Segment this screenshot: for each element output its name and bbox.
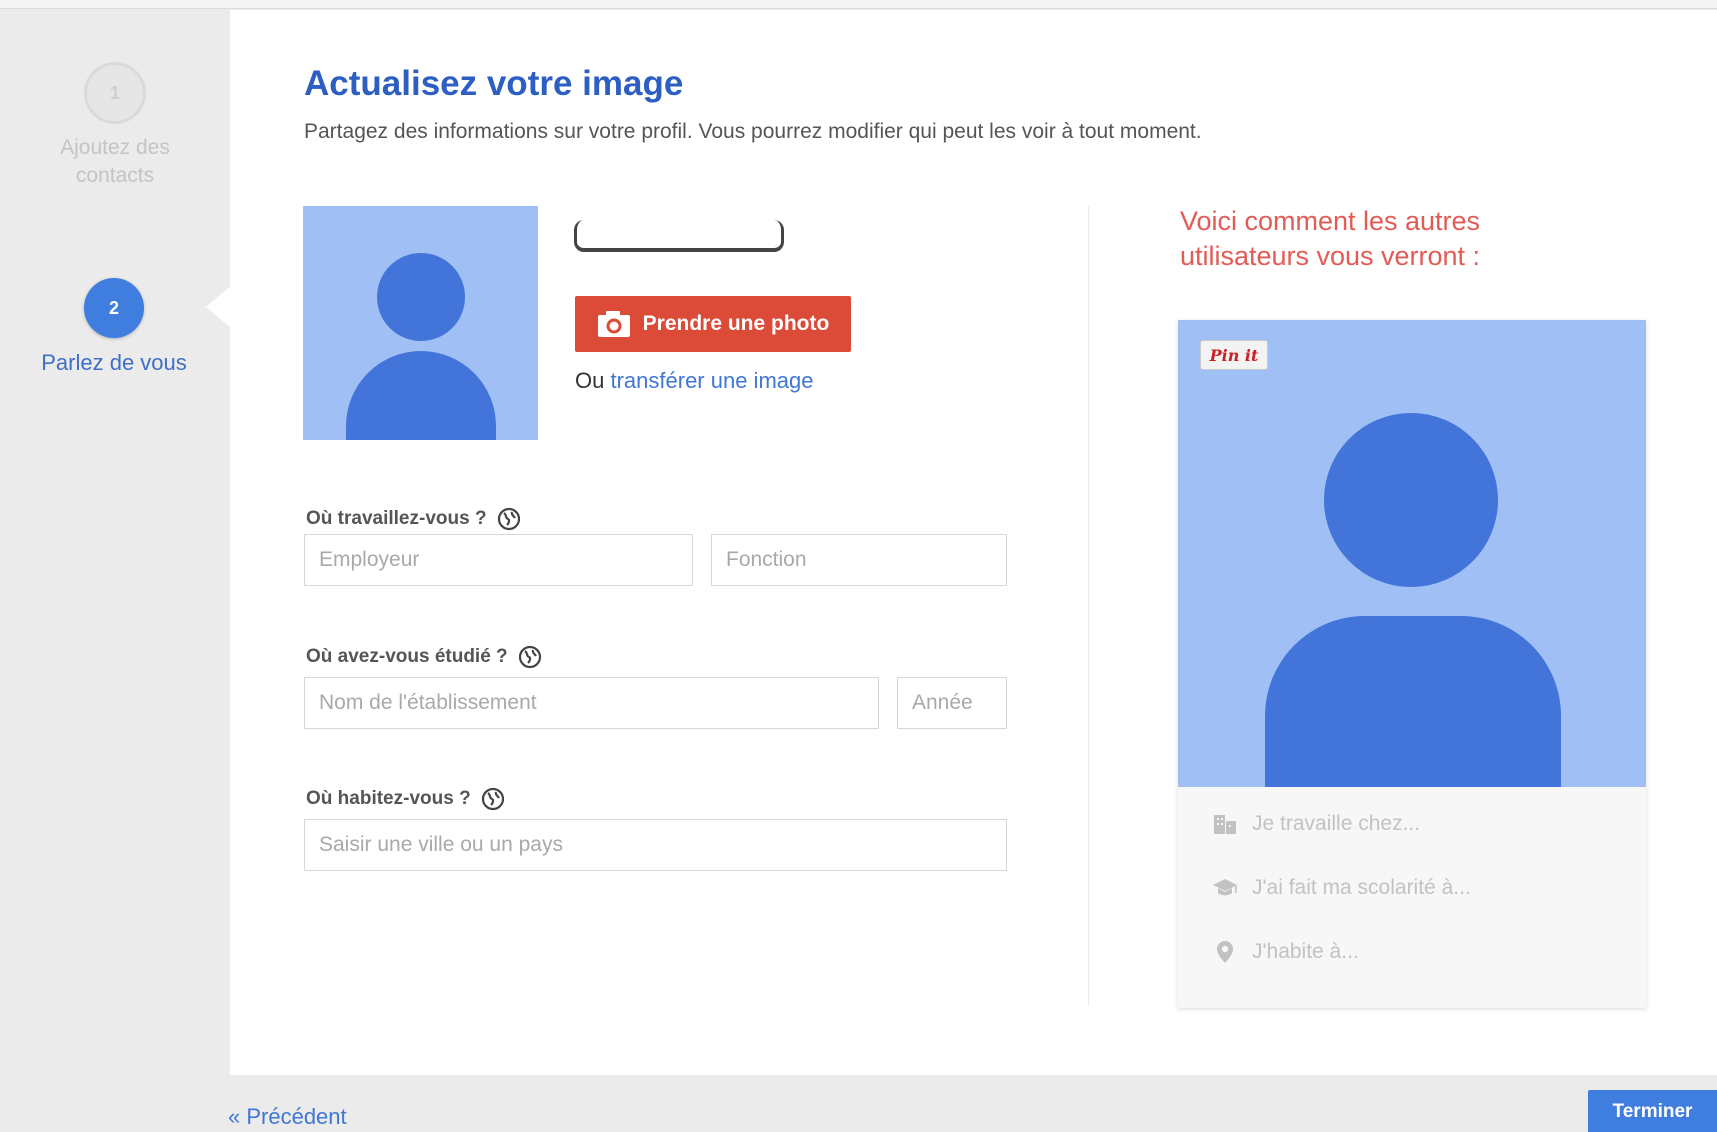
page-title: Actualisez votre image bbox=[304, 64, 684, 103]
education-label-text: Où avez-vous étudié ? bbox=[306, 646, 508, 667]
city-input[interactable] bbox=[304, 819, 1007, 871]
pin-it-button[interactable]: Pin it bbox=[1200, 340, 1268, 370]
globe-icon[interactable] bbox=[481, 787, 505, 811]
work-label: Où travaillez-vous ? bbox=[306, 507, 521, 531]
globe-icon[interactable] bbox=[497, 507, 521, 531]
preview-row-education: J'ai fait ma scolarité à... bbox=[1212, 876, 1471, 900]
step-add-contacts[interactable]: 1 Ajoutez des contacts bbox=[40, 62, 190, 190]
onboarding-page: 1 Ajoutez des contacts 2 Parlez de vous … bbox=[0, 0, 1717, 1132]
step-label: Parlez de vous bbox=[41, 350, 187, 375]
preview-heading: Voici comment les autres utilisateurs vo… bbox=[1179, 206, 1481, 271]
location-label-text: Où habitez-vous ? bbox=[306, 788, 471, 809]
education-label: Où avez-vous étudié ? bbox=[306, 645, 542, 669]
step-label: Ajoutez des contacts bbox=[60, 136, 170, 187]
work-label-text: Où travaillez-vous ? bbox=[306, 508, 487, 529]
globe-icon[interactable] bbox=[518, 645, 542, 669]
avatar-body-shape bbox=[1265, 616, 1561, 787]
location-label: Où habitez-vous ? bbox=[306, 787, 505, 811]
map-pin-icon bbox=[1212, 940, 1238, 964]
step-about-you[interactable]: 2 Parlez de vous bbox=[24, 278, 204, 376]
building-icon bbox=[1212, 813, 1238, 835]
upload-prefix: Ou bbox=[575, 368, 605, 393]
take-photo-label: Prendre une photo bbox=[642, 312, 830, 335]
finish-button[interactable]: Terminer bbox=[1588, 1090, 1717, 1132]
school-input[interactable] bbox=[304, 677, 879, 729]
graduation-cap-icon bbox=[1212, 878, 1238, 898]
step-number-badge: 2 bbox=[84, 278, 144, 338]
camera-icon bbox=[597, 310, 631, 338]
profile-preview-card: Pin it Je travaille chez... J'ai fait ma… bbox=[1178, 320, 1646, 1008]
active-step-pointer bbox=[206, 285, 232, 329]
preview-row-location: J'habite à... bbox=[1212, 940, 1359, 964]
profile-photo-placeholder[interactable] bbox=[303, 206, 538, 440]
preview-avatar: Pin it bbox=[1178, 320, 1646, 787]
preview-row-text: J'ai fait ma scolarité à... bbox=[1252, 876, 1471, 899]
preview-row-work: Je travaille chez... bbox=[1212, 812, 1420, 836]
role-input[interactable] bbox=[711, 534, 1007, 586]
avatar-body-shape bbox=[346, 351, 496, 440]
upload-image-link[interactable]: transférer une image bbox=[610, 368, 813, 393]
column-divider bbox=[1088, 206, 1089, 1006]
employer-input[interactable] bbox=[304, 534, 693, 586]
previous-link[interactable]: « Précédent bbox=[228, 1104, 347, 1130]
avatar-head-shape bbox=[377, 253, 465, 341]
preview-row-text: Je travaille chez... bbox=[1252, 812, 1421, 835]
page-subtitle: Partagez des informations sur votre prof… bbox=[304, 120, 1202, 143]
upload-line: Ou transférer une image bbox=[575, 368, 813, 394]
year-input[interactable] bbox=[897, 677, 1007, 729]
take-photo-button[interactable]: Prendre une photo bbox=[575, 296, 851, 352]
redacted-name-field bbox=[574, 220, 784, 252]
avatar-head-shape bbox=[1324, 413, 1498, 587]
preview-row-text: J'habite à... bbox=[1252, 940, 1359, 963]
step-number-badge: 1 bbox=[84, 62, 146, 124]
top-strip bbox=[0, 0, 1717, 9]
